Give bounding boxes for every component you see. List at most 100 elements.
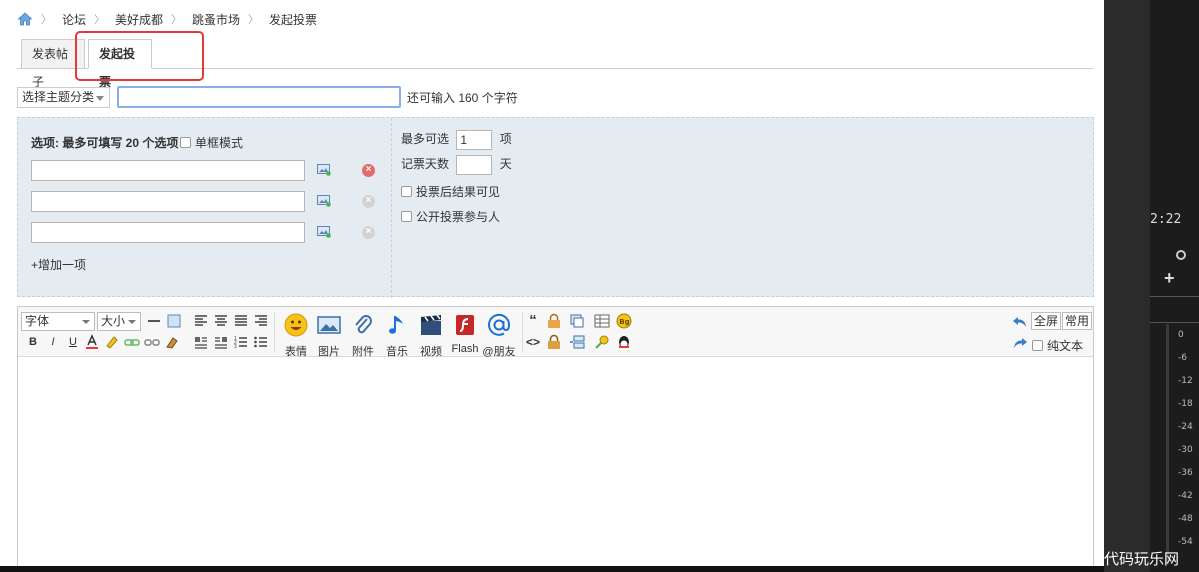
side-app-panel: 2:22 + 0 -6 -12 -18 -24 -30 -36 -42 -48 … xyxy=(1104,0,1199,572)
float-right-icon[interactable] xyxy=(213,334,229,350)
public-voters-checkbox[interactable] xyxy=(401,211,412,222)
breadcrumb-separator: 〉 xyxy=(248,14,260,26)
ordered-list-icon[interactable]: 123 xyxy=(233,334,249,350)
time-readout: 2:22 xyxy=(1150,212,1182,227)
flash-button[interactable]: Flash xyxy=(447,313,483,355)
plaintext-checkbox[interactable] xyxy=(1032,340,1043,351)
forum-page: 〉 论坛 〉 美好成都 〉 跳蚤市场 〉 发起投票 发表帖子 发起投票 选择主题… xyxy=(0,0,1104,572)
upload-image-icon[interactable] xyxy=(317,164,331,176)
table-icon[interactable] xyxy=(594,313,610,329)
font-size-select[interactable]: 大小 xyxy=(97,312,141,331)
redo-icon[interactable] xyxy=(1012,335,1028,351)
breadcrumb-subboard[interactable]: 跳蚤市场 xyxy=(192,11,240,28)
delete-option-icon[interactable]: × xyxy=(362,164,375,177)
breadcrumb-separator: 〉 xyxy=(41,14,52,26)
breadcrumb-forum[interactable]: 论坛 xyxy=(62,11,86,28)
visible-after-vote-checkbox[interactable] xyxy=(401,186,412,197)
at-sign-icon xyxy=(488,313,511,336)
password-icon[interactable] xyxy=(546,334,562,350)
font-family-value: 字体 xyxy=(25,314,50,328)
subject-input[interactable] xyxy=(117,86,401,108)
single-mode-checkbox[interactable] xyxy=(180,137,191,148)
search-key-icon[interactable] xyxy=(594,334,610,350)
upload-image-icon[interactable] xyxy=(317,195,331,207)
visible-after-vote-option[interactable]: 投票后结果可见 xyxy=(401,183,500,200)
annotation-highlight-box xyxy=(75,31,204,81)
add-option-link[interactable]: +增加一项 xyxy=(31,256,86,273)
db-tick: -42 xyxy=(1178,491,1193,501)
hide-content-icon[interactable] xyxy=(546,313,562,329)
image-button[interactable]: 图片 xyxy=(311,313,347,359)
align-right-icon[interactable] xyxy=(253,313,269,329)
delete-option-icon[interactable]: × xyxy=(362,226,375,239)
db-tick: -18 xyxy=(1178,399,1193,409)
code-button[interactable]: <> xyxy=(525,334,541,350)
underline-button[interactable]: U xyxy=(65,334,81,350)
font-size-value: 大小 xyxy=(101,314,126,328)
flash-icon xyxy=(456,315,474,335)
toolbar-divider xyxy=(522,313,523,351)
home-icon[interactable] xyxy=(17,11,33,27)
background-image-icon[interactable]: Bg xyxy=(616,313,632,329)
delete-option-icon[interactable]: × xyxy=(362,195,375,208)
poll-option-row: × xyxy=(31,222,381,244)
poll-option-row: × xyxy=(31,191,381,213)
italic-button[interactable]: I xyxy=(45,334,61,350)
background-color-icon[interactable] xyxy=(166,313,182,329)
plaintext-toggle[interactable]: 纯文本 xyxy=(1032,337,1083,354)
category-select[interactable]: 选择主题分类 xyxy=(17,86,110,108)
free-content-icon[interactable] xyxy=(569,313,585,329)
vote-days-unit: 天 xyxy=(499,157,512,172)
upload-image-icon[interactable] xyxy=(317,226,331,238)
poll-options-title: 选项: 最多可填写 20 个选项 xyxy=(31,136,179,150)
qq-icon[interactable] xyxy=(616,334,632,350)
quote-button[interactable]: “ xyxy=(525,313,541,329)
panel-divider xyxy=(1150,296,1199,297)
unlink-icon[interactable] xyxy=(144,334,160,350)
link-icon[interactable] xyxy=(124,334,140,350)
vote-days-input[interactable] xyxy=(456,155,493,175)
bold-button[interactable]: B xyxy=(25,334,41,350)
vote-days-row: 记票天数 天 xyxy=(401,155,512,175)
font-family-select[interactable]: 字体 xyxy=(21,312,95,331)
poll-option-input[interactable] xyxy=(31,160,305,181)
unordered-list-icon[interactable] xyxy=(253,334,269,350)
poll-option-input[interactable] xyxy=(31,222,305,243)
fullscreen-button[interactable]: 全屏 xyxy=(1031,312,1062,330)
music-button[interactable]: 音乐 xyxy=(379,313,415,359)
emoji-button[interactable]: 表情 xyxy=(278,313,314,359)
undo-icon[interactable] xyxy=(1012,314,1028,330)
common-settings-button[interactable]: 常用 xyxy=(1062,312,1093,330)
volume-knob-icon[interactable] xyxy=(1176,250,1186,260)
poll-option-input[interactable] xyxy=(31,191,305,212)
at-friend-button[interactable]: @朋友 xyxy=(481,313,517,359)
highlight-icon[interactable] xyxy=(104,334,120,350)
poll-settings-panel: 选项: 最多可填写 20 个选项 单框模式 × × × +增加一项 最多可选 1… xyxy=(17,117,1094,298)
single-mode-toggle[interactable]: 单框模式 xyxy=(180,134,243,151)
video-button[interactable]: 视频 xyxy=(413,313,449,359)
panel-divider xyxy=(1150,322,1199,323)
page-break-icon[interactable] xyxy=(569,334,585,350)
editor-content-area[interactable] xyxy=(18,357,1093,571)
attachment-button[interactable]: 附件 xyxy=(345,313,381,359)
visible-after-vote-label: 投票后结果可见 xyxy=(416,185,501,199)
breadcrumb-board[interactable]: 美好成都 xyxy=(115,11,163,28)
public-voters-option[interactable]: 公开投票参与人 xyxy=(401,208,500,225)
max-choices-input[interactable]: 1 xyxy=(456,130,493,150)
db-tick: -36 xyxy=(1178,468,1193,478)
breadcrumb-separator: 〉 xyxy=(171,14,183,26)
align-center-icon[interactable] xyxy=(213,313,229,329)
plus-icon[interactable]: + xyxy=(1164,268,1175,289)
chevron-down-icon xyxy=(96,95,104,101)
float-left-icon[interactable] xyxy=(193,334,209,350)
flash-button-label: Flash xyxy=(451,343,479,355)
align-left-icon[interactable] xyxy=(193,313,209,329)
clear-format-icon[interactable] xyxy=(164,334,180,350)
horizontal-rule-icon[interactable] xyxy=(146,313,162,329)
char-count-hint: 还可输入 160 个字符 xyxy=(407,90,518,105)
align-justify-icon[interactable] xyxy=(233,313,249,329)
font-color-icon[interactable] xyxy=(84,334,100,350)
smiley-icon xyxy=(284,313,308,337)
subject-row: 选择主题分类 还可输入 160 个字符 xyxy=(17,86,518,108)
db-tick: -24 xyxy=(1178,422,1193,432)
